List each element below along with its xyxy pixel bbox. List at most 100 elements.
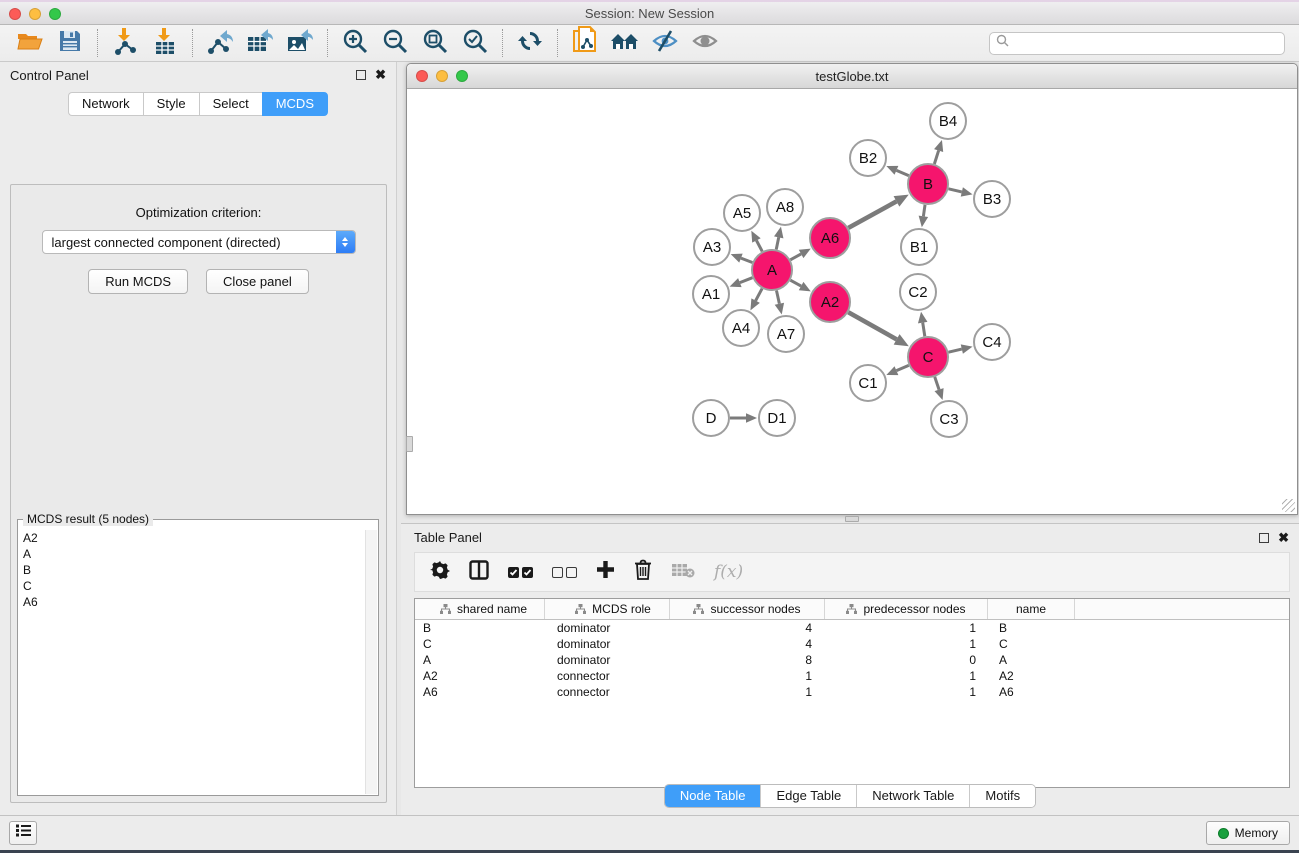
- control-panel-tabs: Network Style Select MCDS: [0, 92, 396, 116]
- graph-edge-A-A1[interactable]: [740, 278, 753, 283]
- export-network-button[interactable]: [200, 27, 240, 59]
- open-session-button[interactable]: [10, 27, 50, 59]
- table-settings-button[interactable]: [430, 560, 450, 585]
- network-canvas[interactable]: B4B2BB3A8A5A6B1A3AC2A1A2A4A7C4CC1C3DD1: [407, 90, 1297, 514]
- tab-node-table[interactable]: Node Table: [665, 785, 762, 807]
- zoom-selected-button[interactable]: [455, 27, 495, 59]
- list-item[interactable]: C: [19, 578, 377, 594]
- show-panels-menu-button[interactable]: [9, 821, 37, 845]
- table-row[interactable]: B dominator 4 1 B: [415, 620, 1289, 636]
- select-all-columns-button[interactable]: [508, 567, 533, 578]
- zoom-out-button[interactable]: [375, 27, 415, 59]
- graph-edge-C-C1[interactable]: [896, 365, 908, 370]
- graph-node-label: B: [923, 176, 933, 193]
- show-columns-button[interactable]: [469, 560, 489, 585]
- export-table-button[interactable]: [240, 27, 280, 59]
- column-header-predecessor-nodes[interactable]: predecessor nodes: [825, 599, 988, 619]
- graph-edge-A-A3[interactable]: [741, 258, 752, 262]
- graph-edge-A-A2[interactable]: [790, 280, 801, 286]
- result-scrollbar[interactable]: [365, 530, 377, 794]
- column-header-shared-name[interactable]: shared name: [415, 599, 545, 619]
- add-column-button[interactable]: [596, 560, 615, 584]
- run-mcds-button[interactable]: Run MCDS: [88, 269, 188, 294]
- float-panel-icon[interactable]: [1259, 533, 1269, 543]
- graph-edge-B-B1[interactable]: [923, 205, 925, 217]
- dropdown-stepper-icon: [336, 231, 355, 253]
- apply-layout-button[interactable]: [510, 27, 550, 59]
- table-row[interactable]: A dominator 8 0 A: [415, 652, 1289, 668]
- float-panel-icon[interactable]: [356, 70, 366, 80]
- table-row[interactable]: A6 connector 1 1 A6: [415, 684, 1289, 700]
- split-divider-handle[interactable]: [845, 516, 859, 522]
- tab-network-table[interactable]: Network Table: [857, 785, 970, 807]
- column-header-name[interactable]: name: [988, 599, 1075, 619]
- graph-edge-A-A6[interactable]: [790, 254, 801, 260]
- delete-table-button[interactable]: [671, 562, 695, 583]
- export-image-button[interactable]: [280, 27, 320, 59]
- minimize-network-button[interactable]: [436, 70, 448, 82]
- close-panel-button[interactable]: Close panel: [206, 269, 309, 294]
- graph-edge-C-C2[interactable]: [923, 323, 925, 337]
- tab-edge-table[interactable]: Edge Table: [761, 785, 857, 807]
- node-table: shared name MCDS role successor nodes pr…: [414, 598, 1290, 788]
- search-icon: [996, 34, 1009, 52]
- minimize-window-button[interactable]: [29, 8, 41, 20]
- toolbar-separator: [502, 29, 503, 57]
- close-network-button[interactable]: [416, 70, 428, 82]
- network-graph[interactable]: B4B2BB3A8A5A6B1A3AC2A1A2A4A7C4CC1C3DD1: [407, 90, 1294, 514]
- home-button[interactable]: [605, 27, 645, 59]
- column-header-mcds-role[interactable]: MCDS role: [545, 599, 670, 619]
- graph-edge-C-C3[interactable]: [935, 377, 939, 390]
- list-item[interactable]: B: [19, 562, 377, 578]
- resize-grip-icon[interactable]: [1282, 499, 1295, 512]
- function-builder-button[interactable]: f(x): [714, 562, 743, 582]
- close-panel-icon[interactable]: ✖: [375, 70, 386, 80]
- zoom-in-button[interactable]: [335, 27, 375, 59]
- tab-select[interactable]: Select: [199, 92, 262, 116]
- window-controls: [9, 8, 61, 20]
- memory-button[interactable]: Memory: [1206, 821, 1290, 845]
- graph-edge-B-B3[interactable]: [948, 189, 961, 192]
- mcds-result-list[interactable]: A2 A B C A6: [19, 530, 377, 794]
- zoom-window-button[interactable]: [49, 8, 61, 20]
- list-item[interactable]: A6: [19, 594, 377, 610]
- graph-edge-A-A8[interactable]: [776, 237, 778, 249]
- unselect-all-columns-button[interactable]: [552, 567, 577, 578]
- show-graphics-details-button[interactable]: [685, 27, 725, 59]
- tab-network[interactable]: Network: [68, 92, 143, 116]
- criterion-dropdown[interactable]: largest connected component (directed): [42, 230, 356, 254]
- graph-edge-A-A4[interactable]: [756, 289, 762, 301]
- new-network-button[interactable]: [565, 27, 605, 59]
- graph-edge-B-B4[interactable]: [934, 151, 938, 164]
- hide-graphics-details-button[interactable]: [645, 27, 685, 59]
- import-network-button[interactable]: [105, 27, 145, 59]
- table-row[interactable]: C dominator 4 1 C: [415, 636, 1289, 652]
- graph-edge-A2-C[interactable]: [848, 312, 896, 339]
- close-window-button[interactable]: [9, 8, 21, 20]
- list-item[interactable]: A: [19, 546, 377, 562]
- tab-motifs[interactable]: Motifs: [970, 785, 1035, 807]
- search-field[interactable]: [989, 32, 1285, 55]
- split-divider-handle[interactable]: [406, 436, 413, 452]
- toolbar-separator: [327, 29, 328, 57]
- graph-edge-A-A5[interactable]: [756, 240, 762, 251]
- save-session-button[interactable]: [50, 27, 90, 59]
- search-input[interactable]: [1013, 36, 1278, 50]
- graph-edge-A6-B[interactable]: [848, 201, 896, 227]
- graph-edge-B-B2[interactable]: [896, 170, 908, 175]
- graph-edge-C-C4[interactable]: [948, 349, 961, 352]
- zoom-fit-button[interactable]: [415, 27, 455, 59]
- graph-node-label: B4: [939, 113, 957, 130]
- column-header-successor-nodes[interactable]: successor nodes: [670, 599, 825, 619]
- attribute-icon: [693, 604, 704, 614]
- tab-style[interactable]: Style: [143, 92, 199, 116]
- delete-columns-button[interactable]: [634, 559, 652, 585]
- network-window-titlebar[interactable]: testGlobe.txt: [407, 64, 1297, 89]
- graph-edge-A-A7[interactable]: [776, 291, 779, 304]
- list-item[interactable]: A2: [19, 530, 377, 546]
- import-table-button[interactable]: [145, 27, 185, 59]
- zoom-network-button[interactable]: [456, 70, 468, 82]
- tab-mcds[interactable]: MCDS: [262, 92, 328, 116]
- close-panel-icon[interactable]: ✖: [1278, 533, 1289, 543]
- table-row[interactable]: A2 connector 1 1 A2: [415, 668, 1289, 684]
